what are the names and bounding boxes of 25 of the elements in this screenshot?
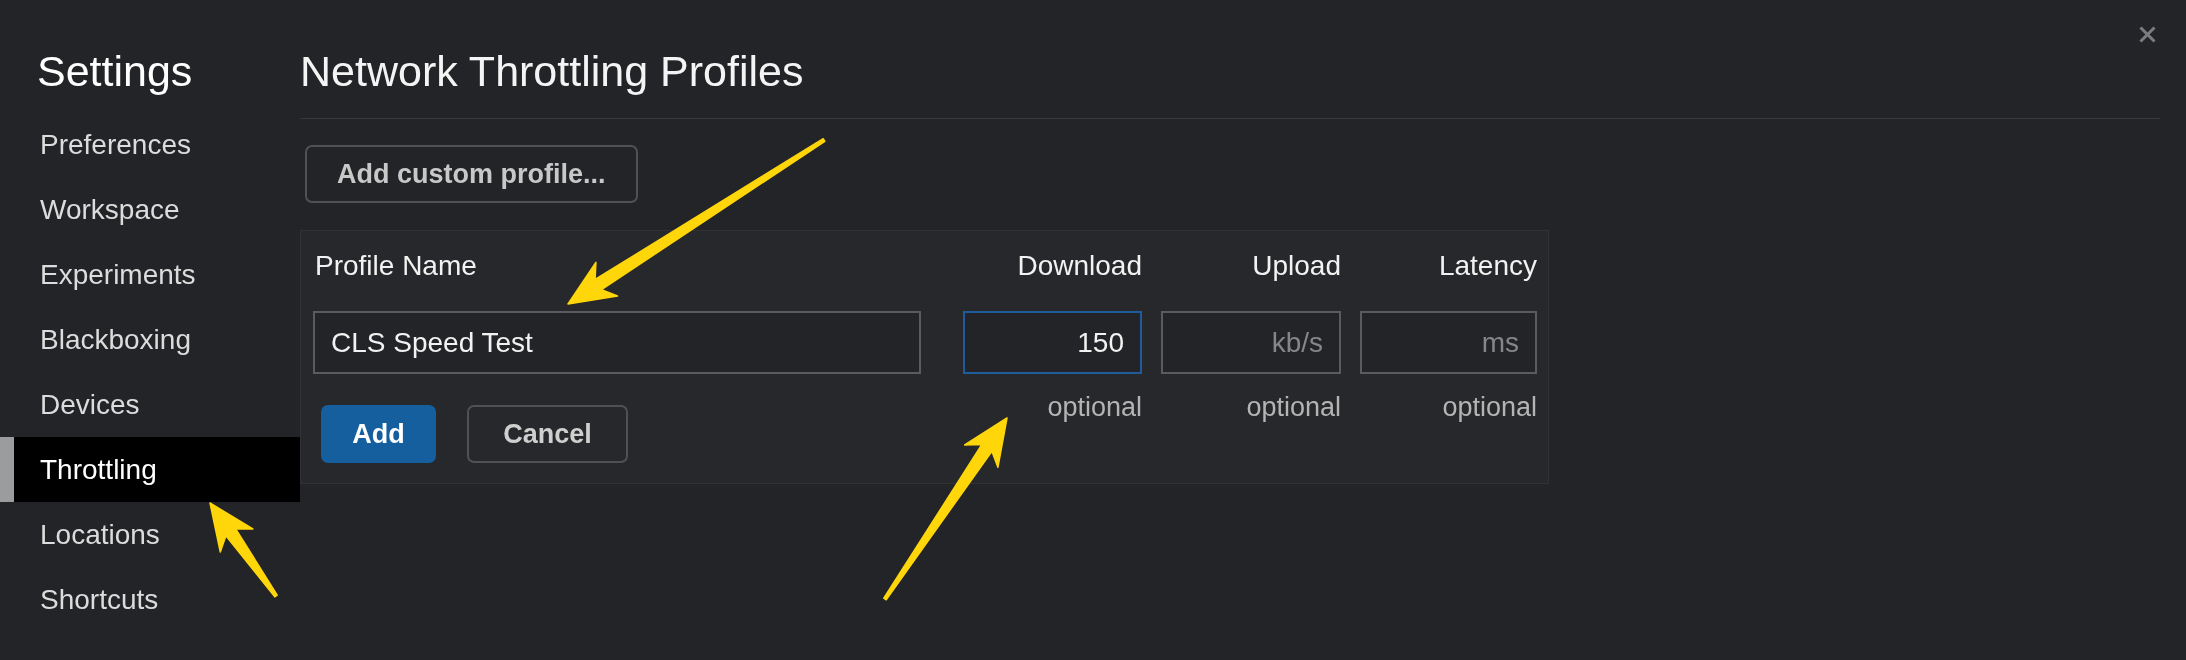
sidebar-item[interactable]: Locations bbox=[0, 502, 300, 567]
add-custom-profile-button[interactable]: Add custom profile... bbox=[305, 145, 638, 203]
profile-name-field[interactable]: CLS Speed Test bbox=[313, 311, 921, 374]
sidebar-item[interactable]: Preferences bbox=[0, 112, 300, 177]
column-header: Profile Name bbox=[314, 249, 478, 283]
upload-field[interactable]: kb/s bbox=[1161, 311, 1341, 374]
page-title: Network Throttling Profiles bbox=[300, 46, 804, 96]
latency-field[interactable]: ms bbox=[1360, 311, 1537, 374]
sidebar-item[interactable]: Experiments bbox=[0, 242, 300, 307]
optional-hint: optional bbox=[1245, 391, 1341, 423]
optional-hint: optional bbox=[1046, 391, 1142, 423]
cancel-button[interactable]: Cancel bbox=[467, 405, 628, 463]
column-header: Download bbox=[1016, 249, 1142, 283]
sidebar-item[interactable]: Workspace bbox=[0, 177, 300, 242]
column-header: Latency bbox=[1437, 249, 1537, 283]
column-header: Upload bbox=[1251, 249, 1341, 283]
sidebar-item[interactable]: Devices bbox=[0, 372, 300, 437]
close-icon[interactable] bbox=[2139, 26, 2156, 43]
sidebar-item[interactable]: Throttling bbox=[0, 437, 300, 502]
download-field[interactable]: 150 bbox=[963, 311, 1142, 374]
sidebar-item[interactable]: Blackboxing bbox=[0, 307, 300, 372]
sidebar-item[interactable]: Shortcuts bbox=[0, 567, 300, 632]
optional-hint: optional bbox=[1441, 391, 1537, 423]
settings-title: Settings bbox=[37, 46, 194, 96]
add-button[interactable]: Add bbox=[321, 405, 436, 463]
